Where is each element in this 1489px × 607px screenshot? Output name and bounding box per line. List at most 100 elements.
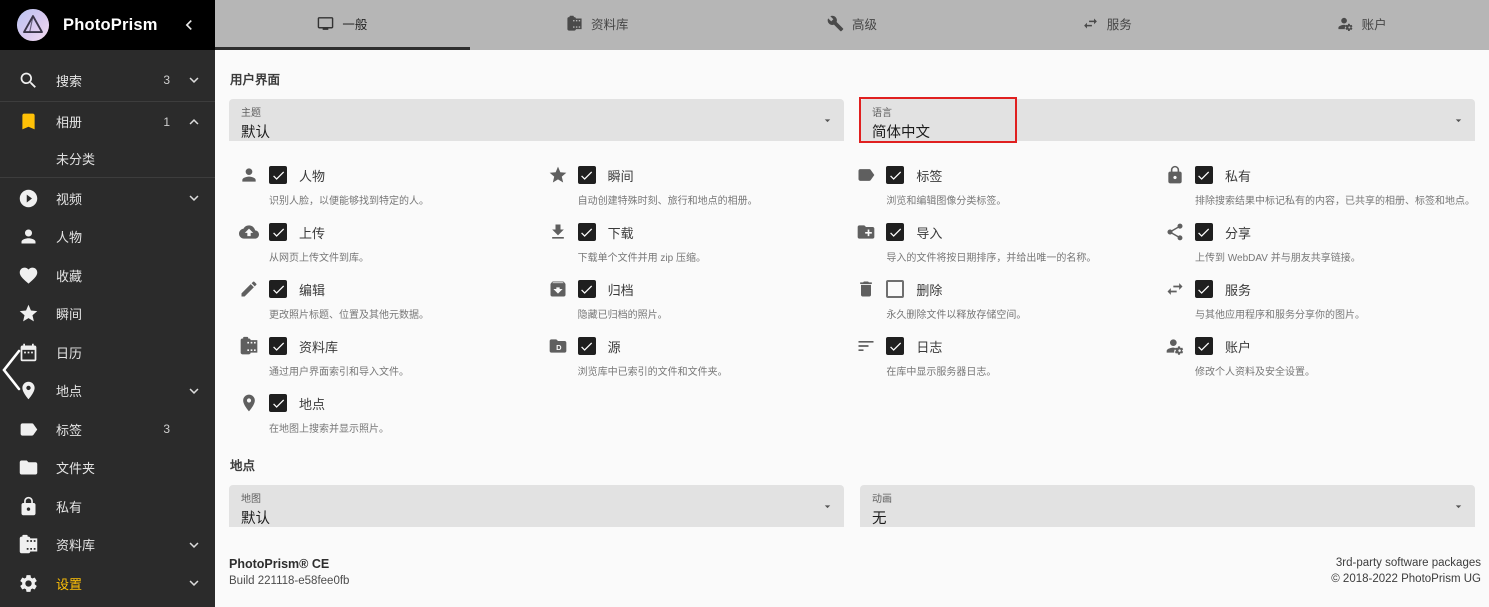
- search-icon: [18, 70, 39, 91]
- feature-head: 上传: [239, 222, 530, 242]
- feature-label: 日志: [916, 337, 942, 356]
- feature-toggle-grid: 人物 识别人脸，以便能够找到特定的人。 瞬间 自动创建特殊时刻、旅行和地点的相册…: [229, 165, 1475, 436]
- sidebar-item-right: [185, 343, 203, 361]
- feature-share: 分享 上传到 WebDAV 并与朋友共享链接。: [1155, 222, 1475, 265]
- library-icon: [566, 15, 583, 32]
- select-value: 无: [872, 507, 1441, 528]
- third-party-packages-link[interactable]: 3rd-party software packages: [1331, 557, 1481, 569]
- tab-advanced[interactable]: 高级: [725, 0, 980, 50]
- checkbox-services[interactable]: [1195, 280, 1213, 298]
- sidebar-item-search[interactable]: 搜索 3: [0, 61, 215, 100]
- sidebar-item-videos[interactable]: 视频: [0, 179, 215, 218]
- select-theme[interactable]: 主题 默认: [229, 99, 844, 141]
- sidebar-item-labels[interactable]: 标签 3: [0, 410, 215, 449]
- tab-label: 服务: [1107, 14, 1132, 33]
- sidebar-item-right: [185, 536, 203, 554]
- select-value: 默认: [241, 121, 810, 142]
- sidebar-item-label: 资料库: [56, 535, 95, 554]
- feature-description: 与其他应用程序和服务分享你的图片。: [1195, 306, 1475, 321]
- sidebar-item-label: 私有: [56, 497, 82, 516]
- sidebar-item-favorites[interactable]: 收藏: [0, 256, 215, 295]
- person-icon: [239, 165, 259, 185]
- sidebar-item-moments[interactable]: 瞬间: [0, 295, 215, 334]
- feature-head: 日志: [856, 336, 1147, 356]
- check-icon: [1196, 282, 1211, 297]
- checkbox-logs[interactable]: [886, 337, 904, 355]
- sidebar-subitem-unsorted[interactable]: 未分类: [0, 141, 215, 176]
- check-icon: [1196, 225, 1211, 240]
- footer: PhotoPrism® CE Build 221118-e58fee0fb 3r…: [229, 557, 1475, 587]
- checkbox-account[interactable]: [1195, 337, 1213, 355]
- feature-people: 人物 识别人脸，以便能够找到特定的人。: [229, 165, 530, 208]
- feature-description: 导入的文件将按日期排序，并给出唯一的名称。: [886, 249, 1147, 264]
- sidebar-header: PhotoPrism: [0, 0, 215, 50]
- library-icon: [239, 336, 259, 356]
- sidebar-item-right: [185, 574, 203, 592]
- tab-services[interactable]: 服务: [979, 0, 1234, 50]
- check-icon: [271, 168, 286, 183]
- chevron-up-icon: [185, 113, 203, 131]
- select-value: 默认: [241, 507, 810, 528]
- checkbox-archive[interactable]: [578, 280, 596, 298]
- copyright: © 2018-2022 PhotoPrism UG: [1331, 573, 1481, 585]
- feature-label: 编辑: [299, 280, 325, 299]
- checkbox-download[interactable]: [578, 223, 596, 241]
- sidebar-item-label: 收藏: [56, 266, 82, 285]
- select-label: 地图: [241, 490, 810, 505]
- chevron-down-icon: [185, 536, 203, 554]
- sync-icon: [1082, 15, 1099, 32]
- archive-icon: [548, 279, 568, 299]
- sidebar-item-settings[interactable]: 设置: [0, 564, 215, 603]
- feature-label: 私有: [1225, 166, 1251, 185]
- main-panel: 一般 资料库 高级 服务 账户 用户界面 主题 默认 语言 简体中文 人物: [215, 0, 1489, 607]
- checkbox-import[interactable]: [886, 223, 904, 241]
- checkbox-people[interactable]: [269, 166, 287, 184]
- count-badge: 3: [163, 422, 170, 436]
- sidebar-item-places[interactable]: 地点: [0, 372, 215, 411]
- bookmark-icon: [18, 111, 39, 132]
- tab-general[interactable]: 一般: [215, 0, 470, 50]
- checkbox-upload[interactable]: [269, 223, 287, 241]
- select-maps[interactable]: 地图 默认: [229, 485, 844, 527]
- checkbox-labels[interactable]: [886, 166, 904, 184]
- sidebar-collapse-button[interactable]: [179, 15, 199, 35]
- select-language[interactable]: 语言 简体中文: [860, 99, 1475, 141]
- tag-icon: [18, 419, 39, 440]
- sidebar-item-label: 设置: [56, 574, 82, 593]
- feature-head: 瞬间: [548, 165, 839, 185]
- tab-account[interactable]: 账户: [1234, 0, 1489, 50]
- feature-description: 自动创建特殊时刻、旅行和地点的相册。: [578, 192, 839, 207]
- sidebar-item-private[interactable]: 私有: [0, 487, 215, 526]
- checkbox-places[interactable]: [269, 394, 287, 412]
- sidebar-item-label: 搜索: [56, 71, 82, 90]
- chevron-left-icon: [179, 15, 199, 35]
- checkbox-library[interactable]: [269, 337, 287, 355]
- sidebar-item-people[interactable]: 人物: [0, 218, 215, 257]
- checkbox-originals[interactable]: [578, 337, 596, 355]
- select-animation[interactable]: 动画 无: [860, 485, 1475, 527]
- feature-archive: 归档 隐藏已归档的照片。: [538, 279, 839, 322]
- feature-description: 通过用户界面索引和导入文件。: [269, 363, 530, 378]
- wrench-icon: [827, 15, 844, 32]
- sidebar-item-folders[interactable]: 文件夹: [0, 449, 215, 488]
- play-circle-icon: [18, 188, 39, 209]
- back-chevron-left-icon[interactable]: [0, 347, 24, 398]
- section-title-places: 地点: [230, 455, 1474, 474]
- sidebar-item-library[interactable]: 资料库: [0, 526, 215, 565]
- log-icon: [856, 336, 876, 356]
- feature-description: 下载单个文件并用 zip 压缩。: [578, 249, 839, 264]
- checkbox-private[interactable]: [1195, 166, 1213, 184]
- feature-description: 在地图上搜索并显示照片。: [269, 420, 530, 435]
- checkbox-edit[interactable]: [269, 280, 287, 298]
- tab-library[interactable]: 资料库: [470, 0, 725, 50]
- photoprism-logo[interactable]: [16, 8, 50, 42]
- sidebar-item-albums[interactable]: 相册 1: [0, 103, 215, 142]
- checkbox-share[interactable]: [1195, 223, 1213, 241]
- checkbox-delete[interactable]: [886, 280, 904, 298]
- checkbox-moments[interactable]: [578, 166, 596, 184]
- feature-delete: 删除 永久删除文件以释放存储空间。: [846, 279, 1147, 322]
- sidebar-item-calendar[interactable]: 日历: [0, 333, 215, 372]
- sidebar: PhotoPrism 搜索 3 相册 1 未分类 视频 人物: [0, 0, 215, 607]
- tab-label: 高级: [852, 14, 877, 33]
- feature-description: 上传到 WebDAV 并与朋友共享链接。: [1195, 249, 1475, 264]
